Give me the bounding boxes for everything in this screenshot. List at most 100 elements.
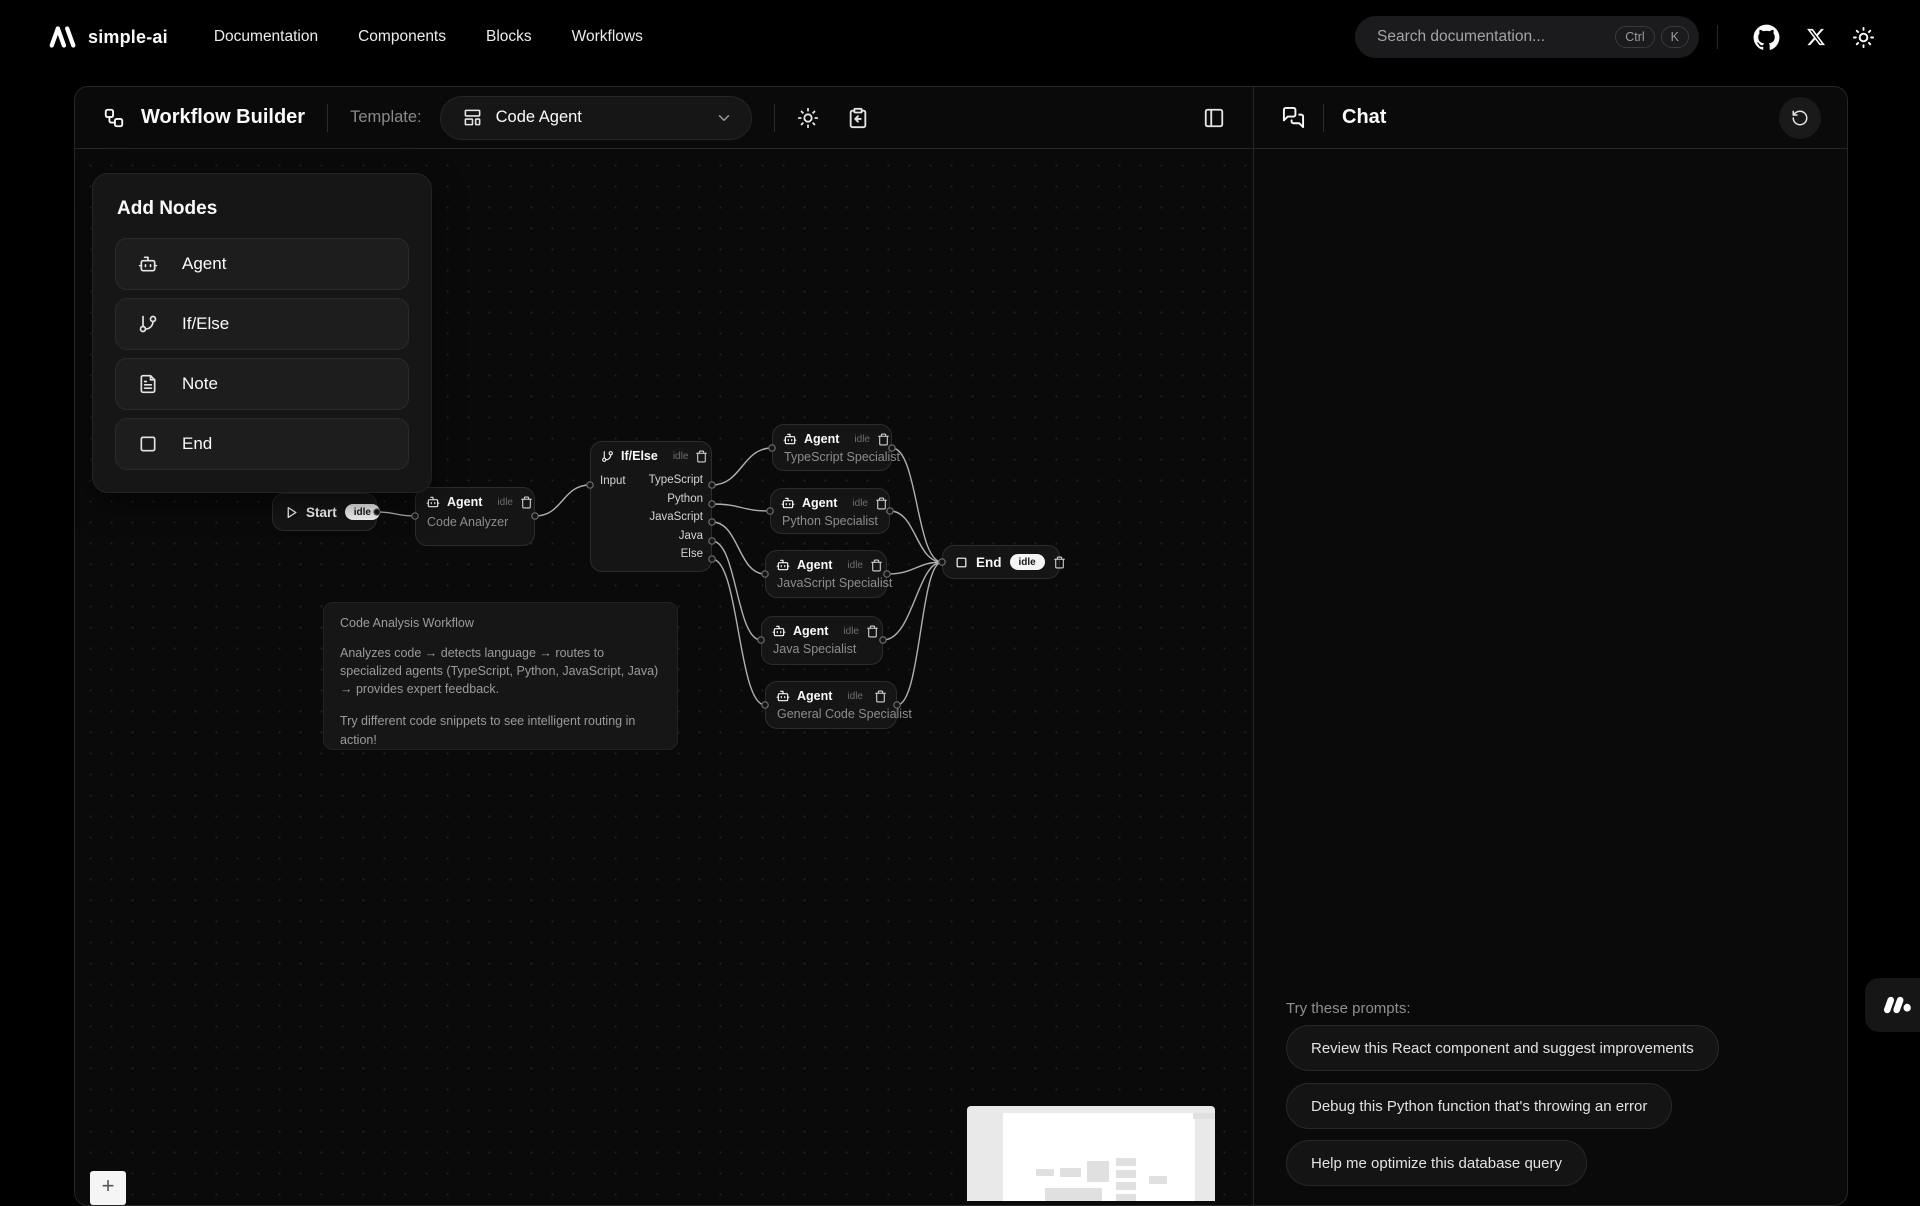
trash-icon[interactable] <box>1053 556 1066 569</box>
canvas-theme-sun-icon[interactable] <box>797 107 819 129</box>
play-icon <box>285 506 298 519</box>
header-divider <box>327 103 329 132</box>
github-icon[interactable] <box>1753 24 1780 51</box>
note-node[interactable]: Code Analysis Workflow Analyzes code → d… <box>323 602 678 750</box>
node-name: General Code Specialist <box>777 707 912 721</box>
node-name: Java Specialist <box>773 642 857 656</box>
end-status-badge: idle <box>1009 554 1045 570</box>
branch-javascript: JavaScript <box>649 511 703 524</box>
add-note-label: Note <box>182 374 218 393</box>
panel-toggle-icon[interactable] <box>1203 107 1225 129</box>
node-type-label: Agent <box>447 495 483 509</box>
chat-title: Chat <box>1342 106 1387 128</box>
chevron-down-icon <box>715 109 733 127</box>
clipboard-paste-icon[interactable] <box>847 107 869 129</box>
git-branch-icon <box>601 450 614 463</box>
trash-icon[interactable] <box>866 625 879 638</box>
add-ifelse-button[interactable]: If/Else <box>115 298 409 350</box>
search-placeholder: Search documentation... <box>1377 28 1546 45</box>
trash-icon[interactable] <box>870 559 883 572</box>
x-twitter-icon[interactable] <box>1806 27 1826 47</box>
kbd-k: K <box>1660 26 1689 48</box>
start-status-badge: idle <box>344 504 380 520</box>
start-node[interactable]: Start idle <box>272 493 380 531</box>
chat-prompts-label: Try these prompts: <box>1286 1000 1411 1017</box>
add-nodes-panel: Add Nodes Agent If/Else Note End <box>92 173 432 493</box>
add-ifelse-label: If/Else <box>182 314 230 333</box>
nav-link-components[interactable]: Components <box>358 28 446 46</box>
messages-square-icon <box>1282 106 1305 129</box>
add-agent-button[interactable]: Agent <box>115 238 409 290</box>
agent-node-typescript-specialist[interactable]: Agent idle TypeScript Specialist <box>772 424 900 471</box>
start-label: Start <box>306 504 337 520</box>
trash-icon[interactable] <box>875 497 888 510</box>
flow-canvas[interactable]: Add Nodes Agent If/Else Note End Code An… <box>75 149 1253 1205</box>
template-select[interactable]: Code Agent <box>439 95 752 140</box>
trash-icon[interactable] <box>695 450 708 463</box>
node-status: idle <box>843 625 859 637</box>
chat-prompt-3[interactable]: Help me optimize this database query <box>1286 1140 1587 1186</box>
note-title: Code Analysis Workflow <box>340 616 474 630</box>
theme-toggle-sun-icon[interactable] <box>1852 26 1875 49</box>
ifelse-node[interactable]: If/Else idle Input TypeScript Python Jav… <box>590 441 712 572</box>
trash-icon[interactable] <box>877 433 890 446</box>
add-agent-label: Agent <box>182 254 227 273</box>
node-status: idle <box>852 497 868 509</box>
end-node[interactable]: End idle <box>942 545 1065 579</box>
search-input[interactable]: Search documentation... Ctrl K <box>1355 16 1699 58</box>
template-label: Template: <box>350 108 422 126</box>
node-type-label: Agent <box>797 689 833 703</box>
trash-icon[interactable] <box>520 496 533 509</box>
chat-reset-button[interactable] <box>1779 96 1821 139</box>
nav-right-group: Search documentation... Ctrl K <box>1355 16 1888 58</box>
node-type-label: Agent <box>802 496 838 510</box>
bot-icon <box>776 689 790 703</box>
workspace-container: Workflow Builder Template: Code Agent Ad… <box>74 86 1848 1206</box>
square-icon <box>955 556 968 569</box>
add-note-button[interactable]: Note <box>115 358 409 410</box>
chat-panel: Chat Try these prompts: Review this Reac… <box>1254 87 1847 1205</box>
node-name: JavaScript Specialist <box>777 576 893 590</box>
chat-prompt-1[interactable]: Review this React component and suggest … <box>1286 1025 1719 1071</box>
node-status: idle <box>847 690 863 702</box>
nav-link-documentation[interactable]: Documentation <box>214 28 318 46</box>
bot-icon <box>772 624 786 638</box>
node-status: idle <box>672 450 689 462</box>
nav-divider <box>1717 25 1718 49</box>
agent-node-javascript-specialist[interactable]: Agent idle JavaScript Specialist <box>765 550 893 598</box>
chat-prompt-2[interactable]: Debug this Python function that's throwi… <box>1286 1083 1673 1129</box>
made-with-badge[interactable] <box>1865 978 1920 1032</box>
agent-node-code-analyzer[interactable]: Agent idle Code Analyzer <box>415 487 535 546</box>
layout-template-icon <box>463 108 482 127</box>
chat-header: Chat <box>1254 87 1847 149</box>
kbd-ctrl: Ctrl <box>1615 26 1655 48</box>
minimap[interactable] <box>967 1106 1215 1201</box>
node-type-label: Agent <box>804 432 840 446</box>
bot-icon <box>776 558 790 572</box>
workflow-icon <box>103 107 125 129</box>
nav-link-blocks[interactable]: Blocks <box>486 28 532 46</box>
simple-ai-logo-icon <box>48 24 78 50</box>
bot-icon <box>783 432 797 446</box>
agent-node-general-code-specialist[interactable]: Agent idle General Code Specialist <box>765 681 912 729</box>
branch-java: Java <box>678 529 703 542</box>
ifelse-input-handle-label: Input <box>600 475 626 487</box>
agent-node-python-specialist[interactable]: Agent idle Python Specialist <box>770 488 890 534</box>
brand[interactable]: simple-ai <box>48 24 168 50</box>
bot-icon <box>781 496 795 510</box>
workflow-title: Workflow Builder <box>141 106 306 128</box>
node-type-label: Agent <box>793 624 829 638</box>
bot-icon <box>426 495 440 509</box>
node-status: idle <box>497 496 513 508</box>
trash-icon[interactable] <box>874 690 887 703</box>
branch-typescript: TypeScript <box>648 474 703 486</box>
square-icon <box>138 434 158 454</box>
chat-header-divider <box>1323 103 1324 132</box>
nav-link-workflows[interactable]: Workflows <box>572 28 643 46</box>
workflow-panel: Workflow Builder Template: Code Agent Ad… <box>75 87 1254 1205</box>
file-text-icon <box>138 374 158 394</box>
git-branch-icon <box>138 314 158 334</box>
branch-else: Else <box>680 548 703 561</box>
add-end-button[interactable]: End <box>115 418 409 470</box>
agent-node-java-specialist[interactable]: Agent idle Java Specialist <box>761 616 883 665</box>
